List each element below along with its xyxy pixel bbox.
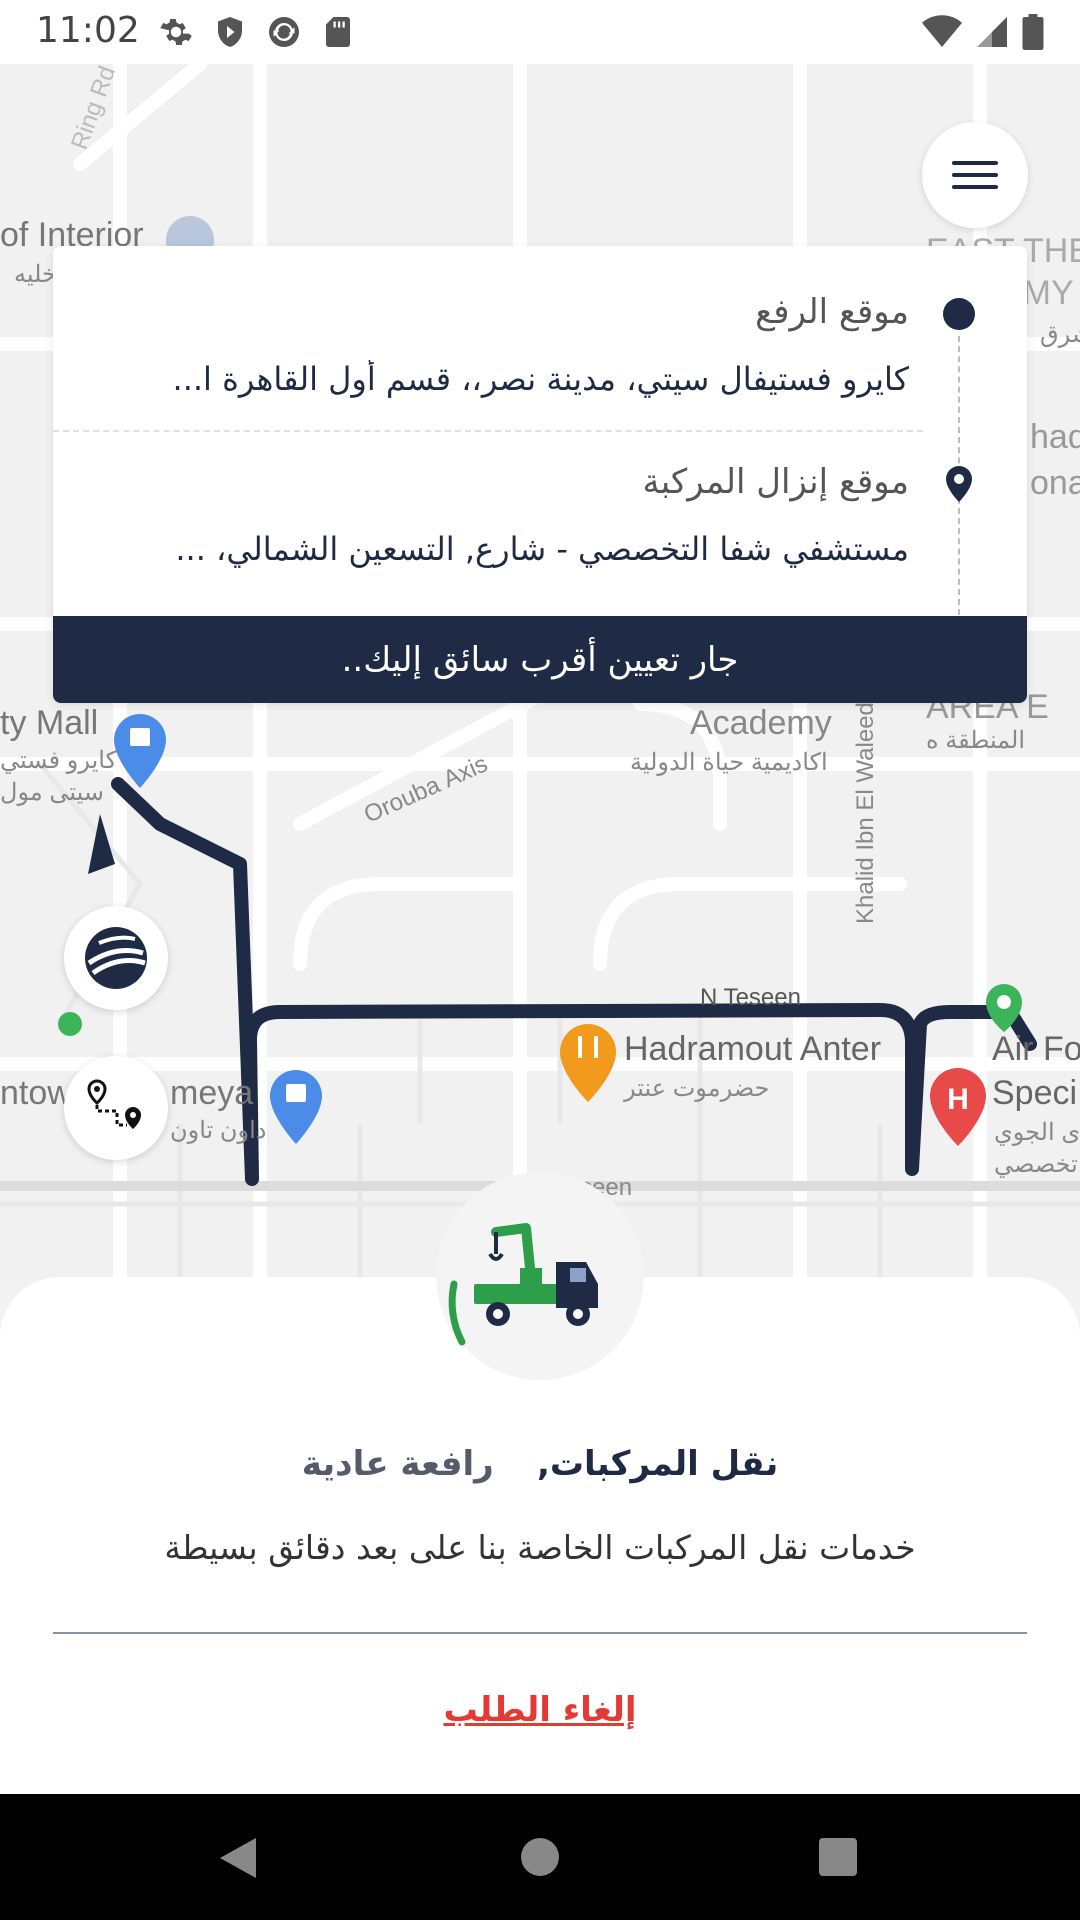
signal-icon	[974, 14, 1010, 54]
cancel-request-button[interactable]: إلغاء الطلب	[0, 1690, 1080, 1730]
map-label: Hadramout Anter	[624, 1030, 882, 1068]
dropoff-title: موقع إنزال المركبة	[642, 462, 909, 502]
route-icon	[87, 1079, 141, 1129]
map-label: ona	[1030, 464, 1080, 502]
service-icon-container	[436, 1172, 644, 1380]
svg-text:H: H	[947, 1083, 969, 1116]
map-label: Air Fo	[992, 1030, 1080, 1068]
map-label: ntow	[0, 1074, 72, 1112]
status-bar: 11:02	[0, 0, 1080, 64]
map-label: اكاديمية حياة الدولية	[630, 749, 828, 776]
map-label: شرق	[1040, 321, 1080, 348]
map-label: Khalid Ibn El Waleed	[852, 702, 879, 924]
settings-icon	[158, 14, 194, 50]
map-label: حضرموت عنتر	[624, 1075, 770, 1102]
dropoff-pin-icon	[946, 466, 972, 502]
divider	[53, 1632, 1027, 1634]
map-label: ى الجوي	[994, 1119, 1080, 1146]
map-label: خليه	[14, 261, 57, 288]
back-icon[interactable]	[216, 1834, 260, 1882]
driver-marker[interactable]	[64, 906, 168, 1010]
map-label: كايرو فستي	[0, 747, 118, 774]
map-label: تخصصي	[994, 1151, 1078, 1178]
menu-button[interactable]	[922, 122, 1028, 228]
map-label: Speci	[992, 1074, 1078, 1112]
status-time: 11:02	[36, 10, 140, 51]
map-label: سيتى مول	[0, 779, 104, 806]
globe-logo-icon	[85, 927, 147, 989]
sync-icon	[266, 14, 302, 50]
pickup-title: موقع الرفع	[755, 292, 909, 332]
assign-status-bar: جار تعيين أقرب سائق إليك..	[53, 616, 1027, 703]
battery-icon	[1022, 14, 1044, 54]
map-label: N Teseen	[700, 984, 801, 1011]
pickup-dot-icon	[943, 298, 975, 330]
map-label: ty Mall	[0, 704, 99, 742]
map-label: meya	[170, 1074, 254, 1112]
wifi-icon	[922, 14, 962, 54]
navigation-bar	[0, 1794, 1080, 1920]
trip-locations-card: موقع الرفع كايرو فستيفال سيتي، مدينة نصر…	[53, 246, 1027, 703]
service-category: نقل المركبات,	[536, 1444, 779, 1484]
home-icon[interactable]	[519, 1836, 561, 1878]
tow-truck-icon	[448, 1223, 598, 1346]
service-title: نقل المركبات, رافعة عادية	[0, 1444, 1080, 1484]
service-description: خدمات نقل المركبات الخاصة بنا على بعد دق…	[164, 1528, 916, 1567]
map-label: Academy	[690, 704, 832, 742]
map-label: داون تاون	[170, 1117, 267, 1144]
route-button[interactable]	[64, 1056, 168, 1160]
service-type: رافعة عادية	[301, 1444, 494, 1484]
pickup-address[interactable]: كايرو فستيفال سيتي، مدينة نصر،، قسم أول …	[129, 360, 909, 398]
recents-icon[interactable]	[817, 1836, 859, 1878]
divider	[53, 430, 923, 432]
hamburger-icon	[952, 161, 998, 165]
origin-pin-icon	[58, 1012, 82, 1036]
map-label: hadi	[1030, 418, 1080, 456]
map-label: المنطقة ه	[926, 727, 1026, 754]
shield-icon	[212, 14, 248, 50]
sd-card-icon	[320, 14, 356, 50]
dropoff-address[interactable]: مستشفي شفا التخصصي - شارع, التسعين الشما…	[129, 530, 909, 568]
